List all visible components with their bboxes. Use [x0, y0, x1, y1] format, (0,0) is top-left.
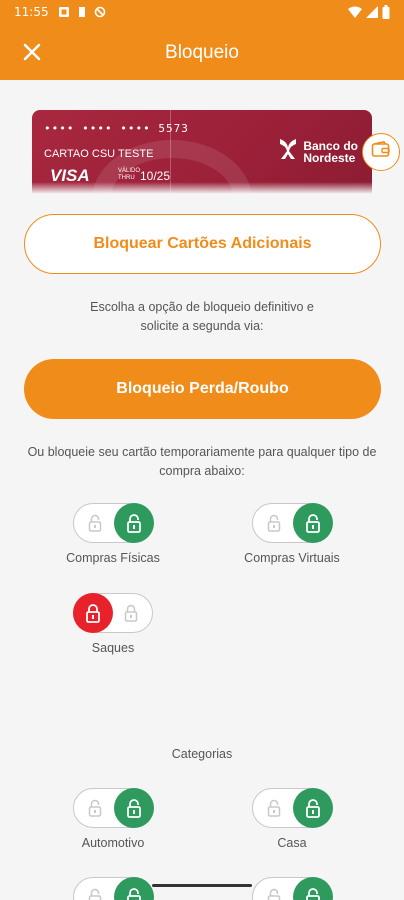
toggle-item-category-4 [212, 876, 372, 900]
saques-label: Saques [91, 641, 135, 655]
unlock-ghost-icon [264, 798, 284, 818]
casa-toggle[interactable] [252, 787, 333, 828]
status-right-icons [348, 5, 390, 22]
bank-name: Banco do Nordeste [303, 140, 358, 164]
card-carousel[interactable]: •••• •••• •••• 5573 CARTAO CSU TESTE VIS… [0, 80, 404, 194]
toggle-item-casa: Casa [212, 787, 372, 850]
toggle-item-saques: Saques [33, 592, 193, 655]
toggle-item-compras-virtuais: Compras Virtuais [212, 502, 372, 565]
unlock-icon [113, 787, 154, 828]
bank-name-line2: Nordeste [303, 150, 356, 165]
valid-label-line2: THRU [118, 175, 135, 181]
home-indicator[interactable] [152, 884, 252, 887]
status-bar: 11:55 [0, 0, 404, 26]
unlock-icon [113, 876, 154, 900]
unlock-icon [292, 876, 333, 900]
page-title: Bloqueio [165, 42, 239, 63]
unlock-icon [113, 502, 154, 543]
unlock-ghost-icon [264, 887, 284, 900]
bank-logo-icon [277, 136, 299, 167]
wallet-button[interactable] [362, 133, 400, 171]
unlock-ghost-icon [85, 798, 105, 818]
bank-logo: Banco do Nordeste [277, 136, 358, 167]
compras-fisicas-toggle[interactable] [73, 502, 154, 543]
signal-icon [366, 6, 378, 21]
card-fade [0, 182, 404, 194]
category-4-toggle[interactable] [252, 876, 333, 900]
wallet-icon [371, 140, 391, 164]
unlock-ghost-icon [85, 887, 105, 900]
storage-icon [76, 6, 88, 21]
category-3-toggle[interactable] [73, 876, 154, 900]
status-left-icons [58, 6, 106, 21]
definitive-block-text: Escolha a opção de bloqueio definitivo e… [90, 300, 314, 333]
toggle-item-automotivo: Automotivo [33, 787, 193, 850]
blocked-icon [94, 6, 106, 21]
compras-virtuais-label: Compras Virtuais [244, 551, 340, 565]
valid-thru-label: VÁLIDO THRU [118, 168, 140, 182]
automotivo-label: Automotivo [81, 836, 145, 850]
lock-icon [72, 592, 113, 633]
unlock-ghost-icon [85, 513, 105, 533]
toggle-item-category-3 [33, 876, 193, 900]
temporary-block-text: Ou bloqueie seu cartão temporariamente p… [27, 445, 377, 478]
casa-label: Casa [277, 836, 307, 850]
status-time: 11:55 [14, 5, 49, 19]
card-number: •••• •••• •••• 5573 [44, 122, 189, 135]
toggle-item-compras-fisicas: Compras Físicas [33, 502, 193, 565]
categories-title: Categorias [171, 747, 233, 761]
lock-ghost-icon [121, 603, 141, 623]
compras-virtuais-toggle[interactable] [252, 502, 333, 543]
unlock-ghost-icon [264, 513, 284, 533]
battery-icon [382, 5, 390, 22]
block-additional-cards-button[interactable]: Bloquear Cartões Adicionais [24, 214, 381, 274]
unlock-icon [292, 787, 333, 828]
message-icon [58, 6, 70, 21]
app-bar: Bloqueio [0, 26, 404, 80]
saques-toggle[interactable] [72, 592, 153, 633]
card-expiry: 10/25 [140, 169, 171, 183]
valid-label-line1: VÁLIDO [118, 168, 141, 174]
wifi-icon [348, 6, 362, 21]
loss-theft-block-button[interactable]: Bloqueio Perda/Roubo [24, 359, 381, 419]
card-holder: CARTAO CSU TESTE [44, 148, 154, 160]
unlock-icon [292, 502, 333, 543]
automotivo-toggle[interactable] [73, 787, 154, 828]
compras-fisicas-label: Compras Físicas [66, 551, 160, 565]
